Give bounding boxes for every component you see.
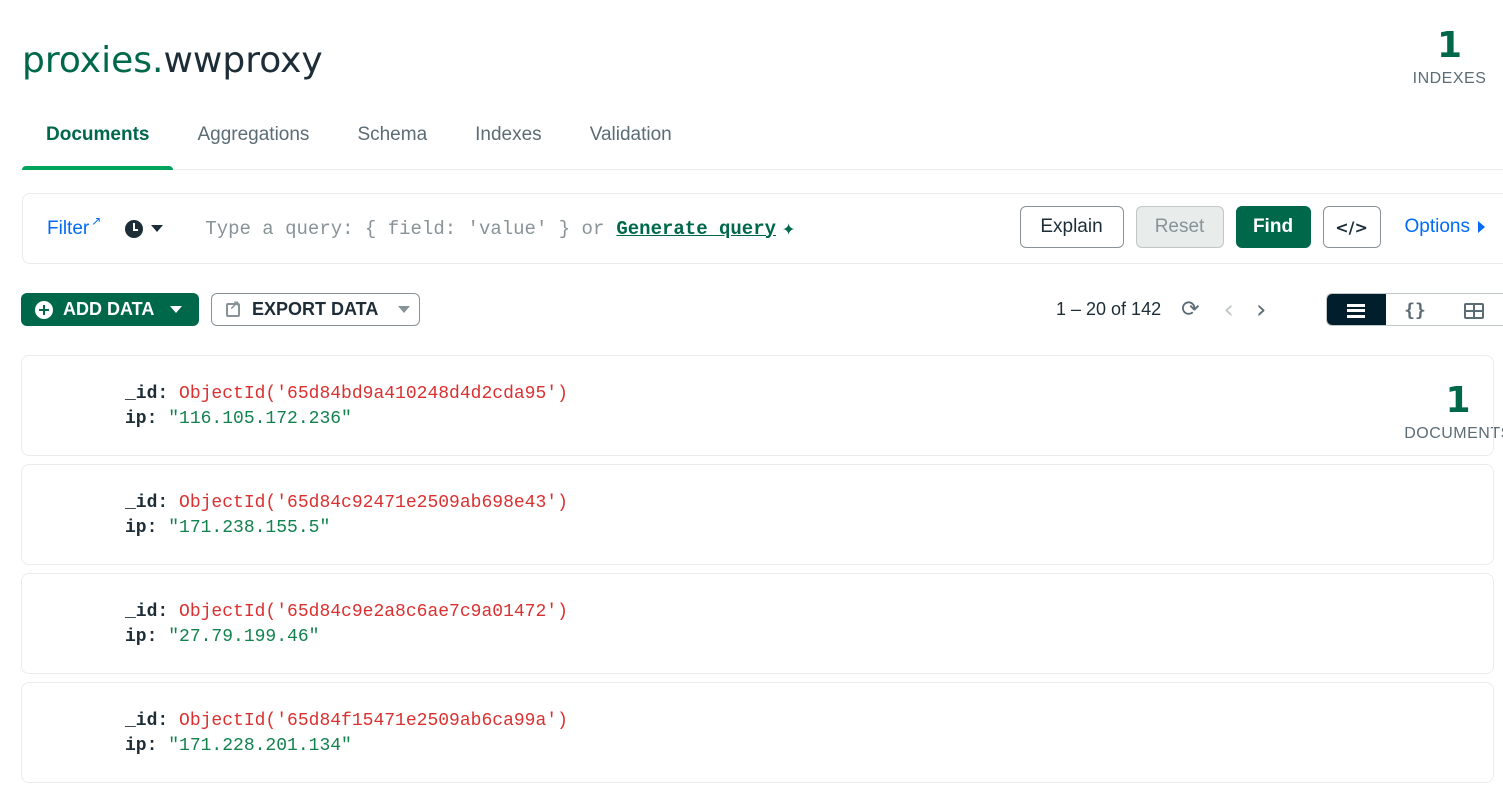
find-button[interactable]: Find: [1235, 206, 1311, 248]
indexes-label: INDEXES: [1412, 70, 1487, 87]
clock-icon: [125, 219, 144, 238]
table-icon: [1463, 302, 1484, 319]
field-value: "171.238.155.5": [168, 518, 331, 538]
field-key: _id: [125, 602, 158, 622]
external-link-icon: ↗: [91, 213, 102, 228]
document-field-ip: ip: "27.79.199.46": [125, 627, 320, 647]
query-bar: Filter ↗ Type a query: { field: 'value' …: [22, 193, 1503, 264]
document-field-ip: ip: "116.105.172.236": [125, 409, 352, 429]
reset-button[interactable]: Reset: [1135, 206, 1224, 248]
export-data-label: EXPORT DATA: [252, 299, 379, 319]
field-key: ip: [125, 736, 147, 756]
pagination-text: 1 – 20 of 142: [1056, 299, 1162, 319]
tab-schema[interactable]: Schema: [333, 112, 451, 169]
collection-tabs: Documents Aggregations Schema Indexes Va…: [22, 112, 1503, 170]
filter-link[interactable]: Filter ↗: [47, 214, 101, 240]
query-placeholder: Type a query: { field: 'value' } or: [205, 217, 605, 240]
field-key: _id: [125, 711, 158, 731]
query-history-button[interactable]: [125, 219, 164, 238]
tab-indexes[interactable]: Indexes: [451, 112, 566, 169]
tab-documents[interactable]: Documents: [22, 112, 174, 170]
tab-aggregations[interactable]: Aggregations: [173, 112, 333, 169]
indexes-count: 1: [1436, 25, 1463, 66]
view-switcher: {}: [1326, 293, 1503, 326]
filter-label: Filter: [47, 217, 90, 239]
add-data-label: ADD DATA: [63, 299, 155, 319]
explain-button[interactable]: Explain: [1019, 206, 1124, 248]
next-page-icon[interactable]: ›: [1256, 297, 1266, 323]
list-view-button[interactable]: [1327, 294, 1386, 325]
list-icon: [1347, 303, 1366, 318]
namespace-separator: .: [152, 40, 164, 81]
caret-down-icon: [398, 306, 411, 313]
caret-right-icon: [1478, 221, 1485, 233]
document-card[interactable]: _id: ObjectId('65d84c92471e2509ab698e43'…: [21, 464, 1494, 565]
sparkle-icon: ✦: [782, 216, 796, 242]
database-name: proxies: [22, 40, 152, 81]
json-view-label: {}: [1404, 300, 1426, 321]
field-value: ObjectId('65d84f15471e2509ab6ca99a'): [179, 711, 568, 731]
tab-validation[interactable]: Validation: [566, 112, 696, 169]
generate-query-link[interactable]: Generate query: [616, 218, 776, 240]
document-card[interactable]: _id: ObjectId('65d84f15471e2509ab6ca99a'…: [21, 682, 1494, 783]
field-key: ip: [125, 409, 147, 429]
query-input[interactable]: Type a query: { field: 'value' } or Gene…: [205, 216, 795, 242]
add-data-button[interactable]: ADD DATA: [21, 293, 199, 326]
field-value: ObjectId('65d84c92471e2509ab698e43'): [179, 493, 568, 513]
options-label: Options: [1404, 216, 1470, 237]
indexes-stat: 1 INDEXES: [1412, 24, 1487, 88]
table-view-button[interactable]: [1444, 294, 1503, 325]
field-value: "116.105.172.236": [168, 409, 352, 429]
json-view-button[interactable]: {}: [1386, 294, 1445, 325]
document-field-id: _id: ObjectId('65d84c92471e2509ab698e43'…: [125, 493, 568, 513]
documents-toolbar: ADD DATA EXPORT DATA 1 – 20 of 142 ⟳ ‹ ›…: [21, 293, 1503, 327]
export-data-button[interactable]: EXPORT DATA: [211, 293, 420, 326]
document-field-id: _id: ObjectId('65d84f15471e2509ab6ca99a'…: [125, 711, 568, 731]
caret-down-icon: [151, 225, 164, 232]
pagination: 1 – 20 of 142 ⟳ ‹ ›: [1056, 293, 1266, 326]
field-key: _id: [125, 493, 158, 513]
page-title: proxies.wwproxy: [22, 40, 323, 81]
collection-stats: 1 DOCUMENTS 1 INDEXES: [1382, 24, 1503, 442]
field-key: ip: [125, 518, 147, 538]
field-value: "171.228.201.134": [168, 736, 352, 756]
previous-page-icon[interactable]: ‹: [1224, 297, 1234, 323]
page-header: proxies.wwproxy: [22, 40, 323, 81]
caret-down-icon: [170, 306, 183, 313]
export-code-button[interactable]: </>: [1322, 206, 1381, 248]
field-key: _id: [125, 384, 158, 404]
query-actions: Explain Reset Find </> Options: [1019, 206, 1485, 248]
field-key: ip: [125, 627, 147, 647]
field-value: ObjectId('65d84c9e2a8c6ae7c9a01472'): [179, 602, 568, 622]
document-card[interactable]: _id: ObjectId('65d84c9e2a8c6ae7c9a01472'…: [21, 573, 1494, 674]
document-field-id: _id: ObjectId('65d84c9e2a8c6ae7c9a01472'…: [125, 602, 568, 622]
export-icon: [226, 298, 240, 317]
plus-icon: [35, 300, 53, 319]
refresh-icon[interactable]: ⟳: [1181, 297, 1199, 322]
collection-name: wwproxy: [163, 40, 323, 81]
field-value: "27.79.199.46": [168, 627, 320, 647]
document-field-ip: ip: "171.228.201.134": [125, 736, 352, 756]
options-toggle[interactable]: Options: [1405, 216, 1485, 238]
document-list: _id: ObjectId('65d84bd9a410248d4d2cda95'…: [21, 355, 1494, 791]
document-card[interactable]: _id: ObjectId('65d84bd9a410248d4d2cda95'…: [21, 355, 1494, 456]
document-field-id: _id: ObjectId('65d84bd9a410248d4d2cda95'…: [125, 384, 568, 404]
field-value: ObjectId('65d84bd9a410248d4d2cda95'): [179, 384, 568, 404]
document-field-ip: ip: "171.238.155.5": [125, 518, 331, 538]
